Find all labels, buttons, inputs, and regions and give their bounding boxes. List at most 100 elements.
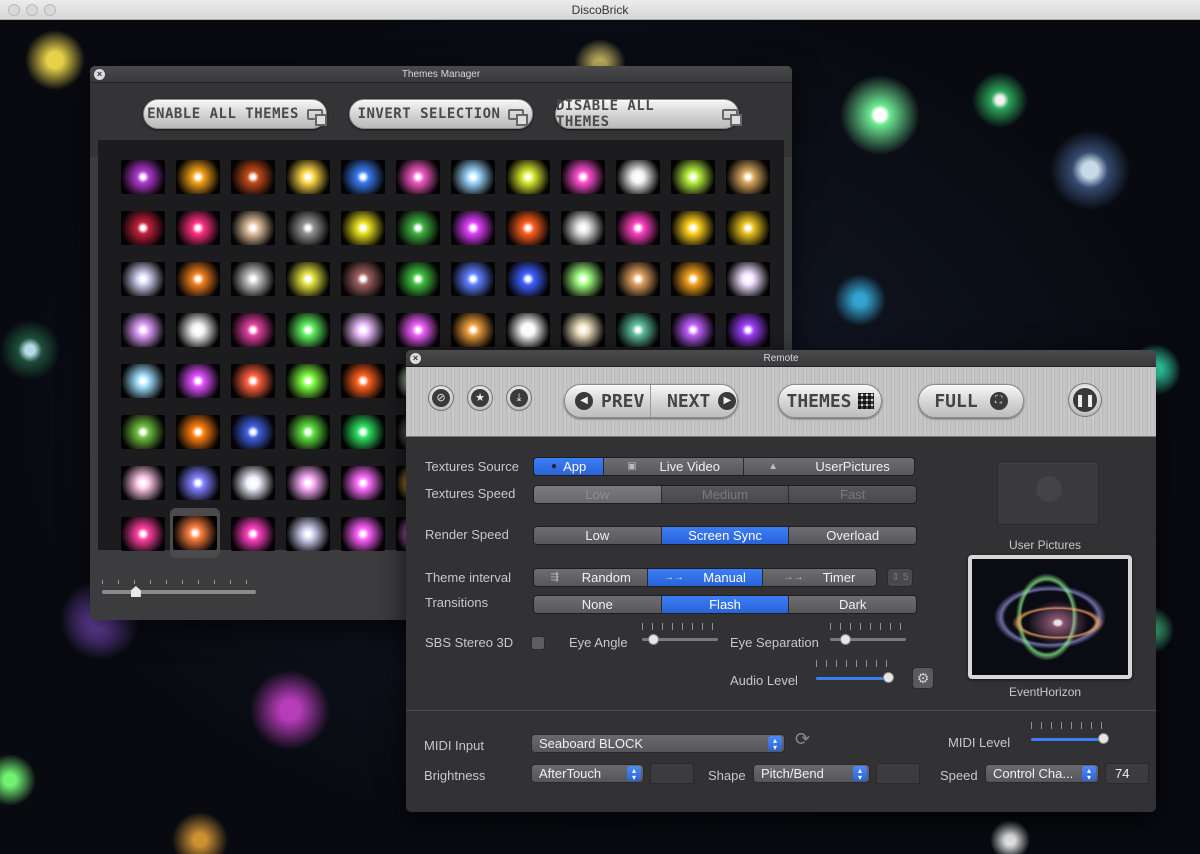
theme-thumbnail[interactable] (225, 457, 280, 508)
theme-thumbnail[interactable] (445, 304, 500, 355)
render-speed-overload[interactable]: Overload (789, 527, 916, 544)
brightness-select[interactable]: AfterTouch ▴ ▾ (531, 764, 644, 783)
theme-thumbnail[interactable] (280, 202, 335, 253)
refresh-icon[interactable]: ⟳ (795, 729, 810, 750)
theme-thumbnail[interactable] (170, 457, 225, 508)
theme-thumbnail[interactable] (500, 253, 555, 304)
theme-thumbnail[interactable] (390, 253, 445, 304)
favorite-button[interactable]: ★ (467, 385, 493, 411)
theme-thumbnail[interactable] (170, 508, 220, 558)
theme-thumbnail[interactable] (170, 253, 225, 304)
theme-thumbnail[interactable] (445, 202, 500, 253)
audio-level-slider[interactable] (816, 677, 892, 680)
theme-thumbnail[interactable] (555, 304, 610, 355)
theme-thumbnail[interactable] (170, 151, 225, 202)
theme-thumbnail[interactable] (280, 457, 335, 508)
user-pictures-thumbnail[interactable] (997, 461, 1099, 525)
eye-angle-knob[interactable] (648, 634, 660, 645)
shape-select[interactable]: Pitch/Bend ▴ ▾ (753, 764, 870, 783)
transitions-none[interactable]: None (534, 596, 662, 613)
zoom-slider[interactable] (102, 590, 256, 594)
window-close-button[interactable] (8, 4, 20, 16)
theme-thumbnail[interactable] (445, 253, 500, 304)
theme-thumbnail[interactable] (170, 202, 225, 253)
audio-settings-button[interactable]: ⚙ (912, 667, 934, 689)
theme-thumbnail[interactable] (500, 202, 555, 253)
theme-thumbnail[interactable] (335, 202, 390, 253)
current-theme-preview[interactable] (968, 555, 1132, 679)
invert-selection-button[interactable]: INVERT SELECTION (349, 99, 533, 129)
theme-thumbnail[interactable] (115, 253, 170, 304)
transitions-flash[interactable]: Flash (661, 596, 790, 613)
theme-thumbnail[interactable] (170, 355, 225, 406)
midi-level-slider[interactable] (1031, 738, 1107, 741)
theme-thumbnail[interactable] (555, 202, 610, 253)
theme-thumbnail[interactable] (115, 151, 170, 202)
theme-thumbnail[interactable] (335, 304, 390, 355)
theme-thumbnail[interactable] (115, 406, 170, 457)
theme-thumbnail[interactable] (390, 202, 445, 253)
window-zoom-button[interactable] (44, 4, 56, 16)
theme-thumbnail[interactable] (665, 253, 720, 304)
theme-thumbnail[interactable] (280, 151, 335, 202)
disable-theme-button[interactable]: ⊘ (428, 385, 454, 411)
theme-thumbnail[interactable] (610, 151, 665, 202)
theme-thumbnail[interactable] (665, 304, 720, 355)
theme-thumbnail[interactable] (500, 304, 555, 355)
pause-button[interactable]: ❚❚ (1068, 383, 1102, 417)
theme-thumbnail[interactable] (335, 253, 390, 304)
theme-thumbnail[interactable] (115, 355, 170, 406)
theme-thumbnail[interactable] (225, 151, 280, 202)
theme-thumbnail[interactable] (115, 202, 170, 253)
theme-thumbnail[interactable] (335, 457, 390, 508)
theme-thumbnail[interactable] (335, 406, 390, 457)
theme-thumbnail[interactable] (115, 508, 170, 559)
eye-separation-knob[interactable] (840, 634, 852, 645)
textures-speed-low[interactable]: Low (534, 486, 662, 503)
midi-level-knob[interactable] (1098, 733, 1110, 744)
theme-thumbnail[interactable] (225, 304, 280, 355)
midi-input-select[interactable]: Seaboard BLOCK ▴ ▾ (531, 734, 785, 753)
theme-thumbnail[interactable] (555, 253, 610, 304)
theme-interval-timer[interactable]: →→ Timer (762, 569, 876, 586)
theme-thumbnail[interactable] (280, 304, 335, 355)
theme-thumbnail[interactable] (170, 304, 225, 355)
transitions-dark[interactable]: Dark (789, 596, 916, 613)
textures-speed-medium[interactable]: Medium (661, 486, 790, 503)
theme-thumbnail[interactable] (720, 253, 775, 304)
brightness-cc-field[interactable] (650, 763, 694, 784)
theme-thumbnail[interactable] (115, 457, 170, 508)
theme-thumbnail[interactable] (170, 406, 225, 457)
enable-all-themes-button[interactable]: ENABLE ALL THEMES (143, 99, 327, 129)
window-minimize-button[interactable] (26, 4, 38, 16)
theme-thumbnail[interactable] (720, 202, 775, 253)
fullscreen-button[interactable]: FULL ⛶ (918, 384, 1024, 418)
disable-all-themes-button[interactable]: DISABLE ALL THEMES (555, 98, 742, 130)
theme-thumbnail[interactable] (665, 202, 720, 253)
speed-select[interactable]: Control Cha... ▴ ▾ (985, 764, 1099, 783)
theme-thumbnail[interactable] (335, 508, 390, 559)
theme-thumbnail[interactable] (225, 406, 280, 457)
shape-cc-field[interactable] (876, 763, 920, 784)
close-icon[interactable]: × (410, 353, 421, 364)
render-speed-screen-sync[interactable]: Screen Sync (661, 527, 790, 544)
theme-thumbnail[interactable] (445, 151, 500, 202)
textures-source-app[interactable]: ● App (534, 458, 605, 475)
theme-thumbnail[interactable] (280, 508, 335, 559)
speed-cc-field[interactable]: 74 (1105, 763, 1149, 784)
theme-thumbnail[interactable] (555, 151, 610, 202)
theme-thumbnail[interactable] (610, 253, 665, 304)
theme-thumbnail[interactable] (610, 304, 665, 355)
close-icon[interactable]: × (94, 69, 105, 80)
audio-level-knob[interactable] (883, 672, 895, 683)
theme-thumbnail[interactable] (280, 406, 335, 457)
theme-thumbnail[interactable] (500, 151, 555, 202)
theme-thumbnail[interactable] (720, 304, 775, 355)
theme-thumbnail[interactable] (225, 202, 280, 253)
theme-thumbnail[interactable] (665, 151, 720, 202)
theme-thumbnail[interactable] (720, 151, 775, 202)
themes-button[interactable]: THEMES (778, 384, 882, 418)
textures-source-user-pictures[interactable]: ▲ UserPictures (743, 458, 914, 475)
textures-speed-fast[interactable]: Fast (789, 486, 916, 503)
theme-thumbnail[interactable] (280, 355, 335, 406)
